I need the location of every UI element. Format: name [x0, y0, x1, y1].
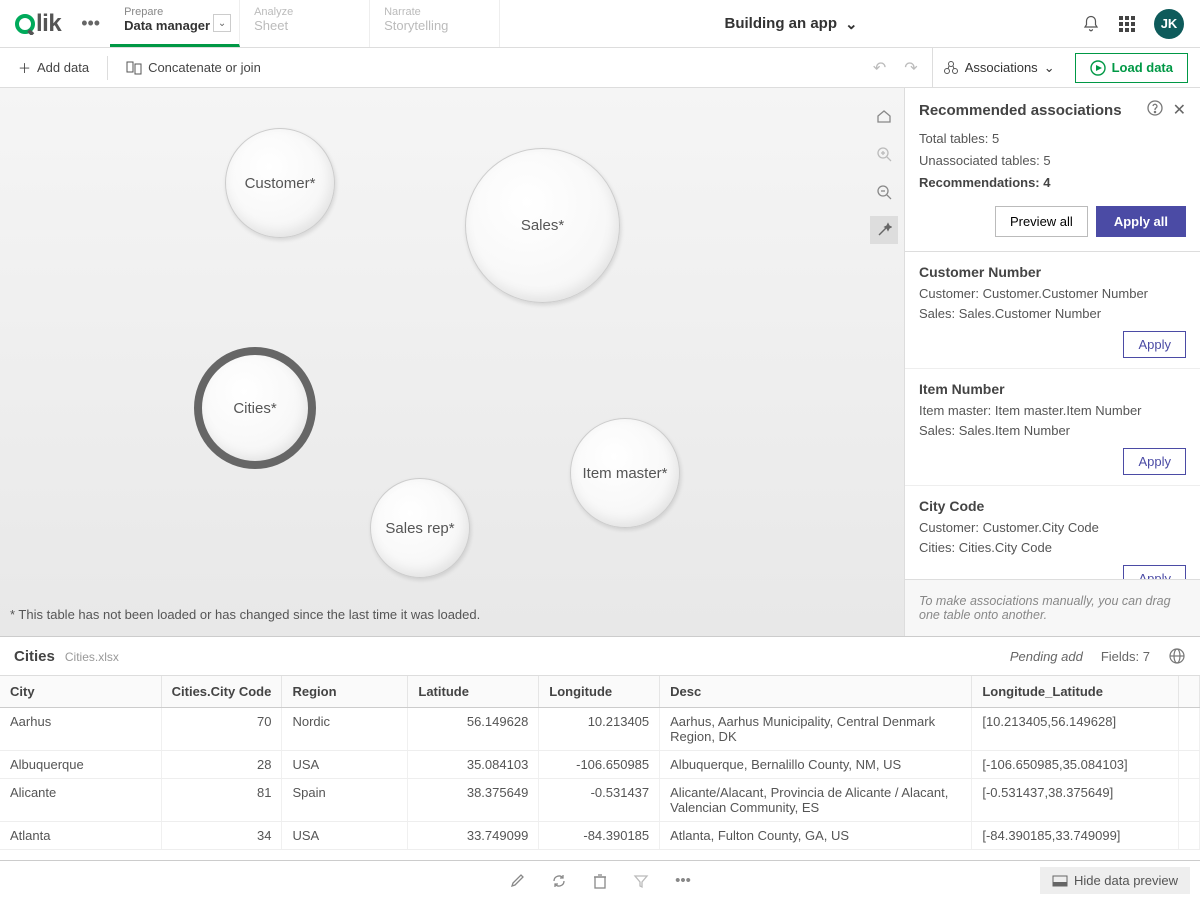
recommendation-item: Customer Number Customer: Customer.Custo…: [905, 252, 1200, 369]
zoom-out-icon[interactable]: [870, 178, 898, 206]
panel-footer-hint: To make associations manually, you can d…: [905, 579, 1200, 636]
apply-button[interactable]: Apply: [1123, 565, 1186, 579]
bubble-sales-rep[interactable]: Sales rep*: [370, 478, 470, 578]
plus-icon: ＋: [18, 58, 31, 77]
help-icon[interactable]: [1147, 100, 1163, 120]
toolbar: ＋ Add data Concatenate or join ↶ ↷ Assoc…: [0, 48, 1200, 88]
hide-preview-button[interactable]: Hide data preview: [1040, 867, 1190, 894]
home-icon[interactable]: [870, 102, 898, 130]
grid-icon[interactable]: [1118, 15, 1136, 33]
bubble-sales[interactable]: Sales*: [465, 148, 620, 303]
preview-all-button[interactable]: Preview all: [995, 206, 1088, 237]
magic-wand-icon[interactable]: [870, 216, 898, 244]
top-tabs: Prepare Data manager ⌄ Analyze Sheet Nar…: [110, 0, 500, 47]
apply-button[interactable]: Apply: [1123, 331, 1186, 358]
tab-prepare[interactable]: Prepare Data manager ⌄: [110, 0, 240, 47]
add-data-button[interactable]: ＋ Add data: [8, 52, 99, 83]
recommendation-item: City Code Customer: Customer.City Code C…: [905, 486, 1200, 579]
chevron-down-icon: ⌄: [845, 15, 858, 33]
bottom-bar: ••• Hide data preview: [0, 860, 1200, 900]
pending-status: Pending add: [1010, 649, 1083, 664]
associations-dropdown[interactable]: Associations ⌄: [932, 48, 1065, 88]
data-preview-table: City Cities.City Code Region Latitude Lo…: [0, 676, 1200, 856]
close-icon[interactable]: ✕: [1173, 100, 1186, 120]
table-row[interactable]: Albuquerque28USA35.084103-106.650985Albu…: [0, 751, 1200, 779]
tab-narrate[interactable]: Narrate Storytelling: [370, 0, 500, 47]
table-row[interactable]: Alicante81Spain38.375649-0.531437Alicant…: [0, 779, 1200, 822]
preview-file-name: Cities.xlsx: [65, 650, 119, 664]
play-icon: [1090, 60, 1106, 76]
panel-title: Recommended associations: [919, 102, 1122, 119]
panel-icon: [1052, 875, 1068, 887]
logo[interactable]: lik: [0, 0, 71, 47]
chevron-down-icon: ⌄: [1044, 60, 1055, 76]
zoom-in-icon[interactable]: [870, 140, 898, 168]
chevron-down-icon[interactable]: ⌄: [213, 14, 231, 32]
app-more-icon[interactable]: •••: [71, 0, 110, 47]
recommendation-item: Item Number Item master: Item master.Ite…: [905, 369, 1200, 486]
canvas-tools: [870, 102, 898, 244]
avatar[interactable]: JK: [1154, 9, 1184, 39]
load-data-button[interactable]: Load data: [1075, 53, 1188, 83]
table-header-row: City Cities.City Code Region Latitude Lo…: [0, 676, 1200, 708]
edit-icon[interactable]: [509, 873, 525, 889]
more-icon[interactable]: •••: [675, 872, 691, 889]
bubble-customer[interactable]: Customer*: [225, 128, 335, 238]
globe-icon[interactable]: [1168, 647, 1186, 665]
bubble-item-master[interactable]: Item master*: [570, 418, 680, 528]
app-title-dropdown[interactable]: Building an app ⌄: [500, 0, 1082, 47]
apply-button[interactable]: Apply: [1123, 448, 1186, 475]
table-row[interactable]: Aarhus70Nordic56.14962810.213405Aarhus, …: [0, 708, 1200, 751]
associations-canvas[interactable]: Customer* Sales* Cities* Item master* Sa…: [0, 88, 904, 636]
footnote: * This table has not been loaded or has …: [10, 607, 480, 622]
concat-icon: [126, 61, 142, 75]
associations-icon: [943, 60, 959, 76]
redo-icon[interactable]: ↷: [900, 58, 921, 78]
recommendations-panel: Recommended associations ✕ Total tables:…: [904, 88, 1200, 636]
delete-icon[interactable]: [593, 873, 607, 889]
table-row[interactable]: Atlanta34USA33.749099-84.390185Atlanta, …: [0, 822, 1200, 850]
apply-all-button[interactable]: Apply all: [1096, 206, 1186, 237]
refresh-icon[interactable]: [551, 873, 567, 889]
preview-table-name: Cities: [14, 648, 55, 665]
bubble-cities[interactable]: Cities*: [200, 353, 310, 463]
bell-icon[interactable]: [1082, 15, 1100, 33]
undo-icon[interactable]: ↶: [869, 58, 890, 78]
filter-icon[interactable]: [633, 873, 649, 889]
concatenate-button[interactable]: Concatenate or join: [116, 54, 271, 81]
preview-header: Cities Cities.xlsx Pending add Fields: 7: [0, 636, 1200, 676]
top-bar: lik ••• Prepare Data manager ⌄ Analyze S…: [0, 0, 1200, 48]
tab-analyze[interactable]: Analyze Sheet: [240, 0, 370, 47]
